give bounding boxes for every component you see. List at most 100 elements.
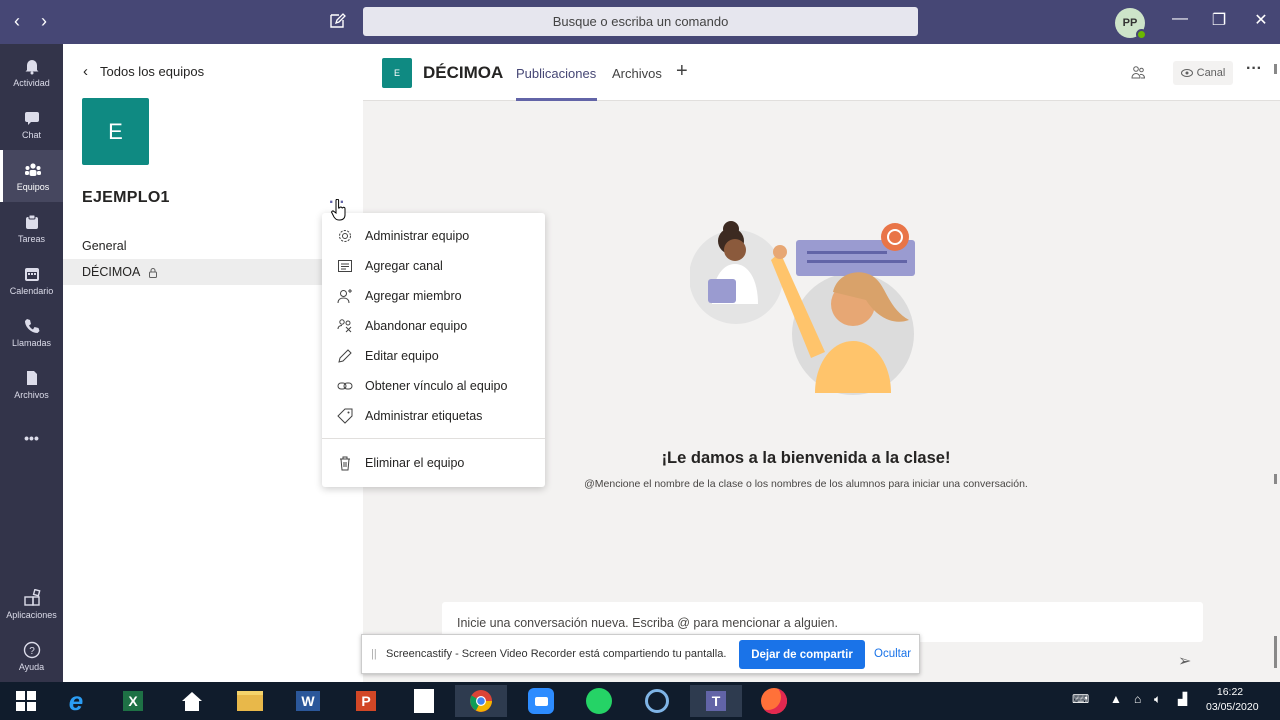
volume-icon[interactable]: 🔈︎	[1154, 692, 1161, 707]
rail-item-assignments[interactable]: Tareas	[0, 202, 63, 254]
scrollbar[interactable]	[1274, 474, 1277, 484]
forward-arrow-icon[interactable]: ›	[31, 11, 57, 32]
menu-item-label: Administrar equipo	[365, 229, 470, 243]
rail-item-files[interactable]: Archivos	[0, 358, 63, 410]
teams-taskbar-icon[interactable]: T	[690, 685, 742, 717]
tab-posts[interactable]: Publicaciones	[516, 66, 596, 81]
rail-item-help[interactable]: ? Ayuda	[0, 630, 63, 682]
rail-label: Calendario	[9, 285, 54, 296]
menu-divider	[322, 438, 545, 439]
rail-item-activity[interactable]: Actividad	[0, 46, 63, 98]
home-icon[interactable]	[166, 685, 218, 717]
trash-icon	[337, 455, 353, 471]
rail-more-button[interactable]: •••	[0, 412, 63, 464]
gear-icon	[337, 228, 353, 244]
keyboard-icon[interactable]: ⌨	[1072, 692, 1089, 706]
menu-item-leave-team[interactable]: Abandonar equipo	[322, 311, 545, 341]
word-icon[interactable]: W	[282, 685, 334, 717]
maximize-icon[interactable]: ❐	[1207, 10, 1231, 30]
chevron-left-icon: ‹	[83, 63, 88, 80]
channel-item-general[interactable]: General	[63, 233, 363, 259]
rail-item-calendar[interactable]: Calendario	[0, 254, 63, 306]
system-clock[interactable]: 16:22 03/05/2020	[1206, 685, 1259, 715]
back-label: Todos los equipos	[100, 64, 205, 79]
menu-item-label: Agregar miembro	[365, 289, 462, 303]
rail-item-apps[interactable]: Aplicaciones	[0, 578, 63, 630]
chat-icon	[24, 111, 39, 125]
phone-icon	[24, 318, 39, 333]
calendar-icon	[24, 267, 39, 281]
rail-label: Archivos	[14, 389, 49, 400]
windows-start-icon[interactable]	[0, 685, 52, 717]
minimize-icon[interactable]: —	[1168, 10, 1192, 28]
rail-label: Actividad	[13, 77, 50, 88]
new-chat-icon[interactable]	[328, 12, 346, 30]
assignments-icon	[25, 214, 38, 229]
menu-item-add-channel[interactable]: Agregar canal	[322, 251, 545, 281]
avatar[interactable]: PP	[1115, 8, 1147, 40]
scrollbar[interactable]	[1274, 636, 1277, 668]
file-explorer-icon[interactable]	[224, 685, 276, 717]
menu-item-get-link[interactable]: Obtener vínculo al equipo	[322, 371, 545, 401]
search-input[interactable]: Busque o escriba un comando	[363, 7, 918, 36]
drag-handle-icon[interactable]: ||	[371, 648, 377, 660]
rail-label: Tareas	[17, 233, 45, 244]
channel-icon	[337, 258, 353, 274]
team-panel: ‹ Todos los equipos E EJEMPLO1 ··· Gener…	[63, 44, 363, 682]
hide-button[interactable]: Ocultar	[874, 648, 911, 660]
chrome-icon[interactable]	[455, 685, 507, 717]
notepad-icon[interactable]	[398, 685, 450, 717]
menu-item-manage-tags[interactable]: Administrar etiquetas	[322, 401, 545, 431]
leave-icon	[337, 318, 353, 334]
rail-label: Llamadas	[11, 337, 52, 348]
internet-explorer-icon[interactable]: e	[50, 685, 102, 717]
tab-files[interactable]: Archivos	[612, 66, 662, 81]
menu-item-edit-team[interactable]: Editar equipo	[322, 341, 545, 371]
powerpoint-icon[interactable]: P	[340, 685, 392, 717]
send-icon[interactable]: ➢	[1178, 651, 1191, 671]
whatsapp-icon[interactable]	[573, 685, 625, 717]
channel-info-label: Canal	[1196, 67, 1226, 79]
channel-avatar: E	[382, 58, 412, 88]
rail-label: Equipos	[16, 181, 50, 192]
windows-taskbar: e X W P T ⌨ ▲ ⌂ 🔈︎ ▟ 16:22 03/05/2020	[0, 682, 1280, 720]
rail-item-calls[interactable]: Llamadas	[0, 306, 63, 358]
back-arrow-icon[interactable]: ‹	[4, 11, 30, 32]
firefox-icon[interactable]	[748, 685, 800, 717]
menu-item-manage-team[interactable]: Administrar equipo	[322, 221, 545, 251]
network-icon[interactable]: ⌂	[1134, 692, 1141, 706]
chevron-up-icon[interactable]: ▲	[1110, 692, 1122, 706]
tag-icon	[337, 408, 353, 424]
excel-icon[interactable]: X	[107, 685, 159, 717]
lock-icon	[149, 267, 158, 278]
avatar-initials: PP	[1122, 17, 1138, 29]
zoom-icon[interactable]	[515, 685, 567, 717]
close-icon[interactable]: ✕	[1249, 10, 1273, 30]
signal-icon[interactable]: ▟	[1178, 692, 1187, 706]
rail-item-teams[interactable]: Equipos	[0, 150, 63, 202]
rail-label: Aplicaciones	[6, 609, 57, 620]
channel-header: E DÉCIMOA Publicaciones Archivos + Canal…	[363, 44, 1280, 101]
scrollbar[interactable]	[1274, 64, 1277, 74]
help-icon: ?	[23, 641, 40, 658]
cortana-icon[interactable]	[631, 685, 683, 717]
channel-more-icon[interactable]: ···	[1246, 60, 1262, 78]
menu-item-label: Abandonar equipo	[365, 319, 468, 333]
stop-sharing-button[interactable]: Dejar de compartir	[739, 640, 865, 669]
menu-item-label: Administrar etiquetas	[365, 409, 483, 423]
menu-item-label: Editar equipo	[365, 349, 439, 363]
menu-item-delete-team[interactable]: Eliminar el equipo	[322, 448, 545, 478]
channel-item-decimoa[interactable]: DÉCIMOA	[63, 259, 363, 285]
rail-item-chat[interactable]: Chat	[0, 98, 63, 150]
team-members-icon[interactable]	[1131, 65, 1146, 80]
bell-icon	[25, 59, 38, 74]
back-to-teams-link[interactable]: ‹ Todos los equipos	[83, 63, 204, 80]
svg-text:?: ?	[29, 646, 35, 657]
menu-item-add-member[interactable]: Agregar miembro	[322, 281, 545, 311]
add-tab-icon[interactable]: +	[676, 60, 688, 83]
welcome-illustration	[690, 221, 915, 395]
team-avatar: E	[82, 98, 149, 165]
channel-info-button[interactable]: Canal	[1173, 61, 1233, 85]
rail-label: Ayuda	[18, 661, 45, 672]
menu-item-label: Agregar canal	[365, 259, 443, 273]
